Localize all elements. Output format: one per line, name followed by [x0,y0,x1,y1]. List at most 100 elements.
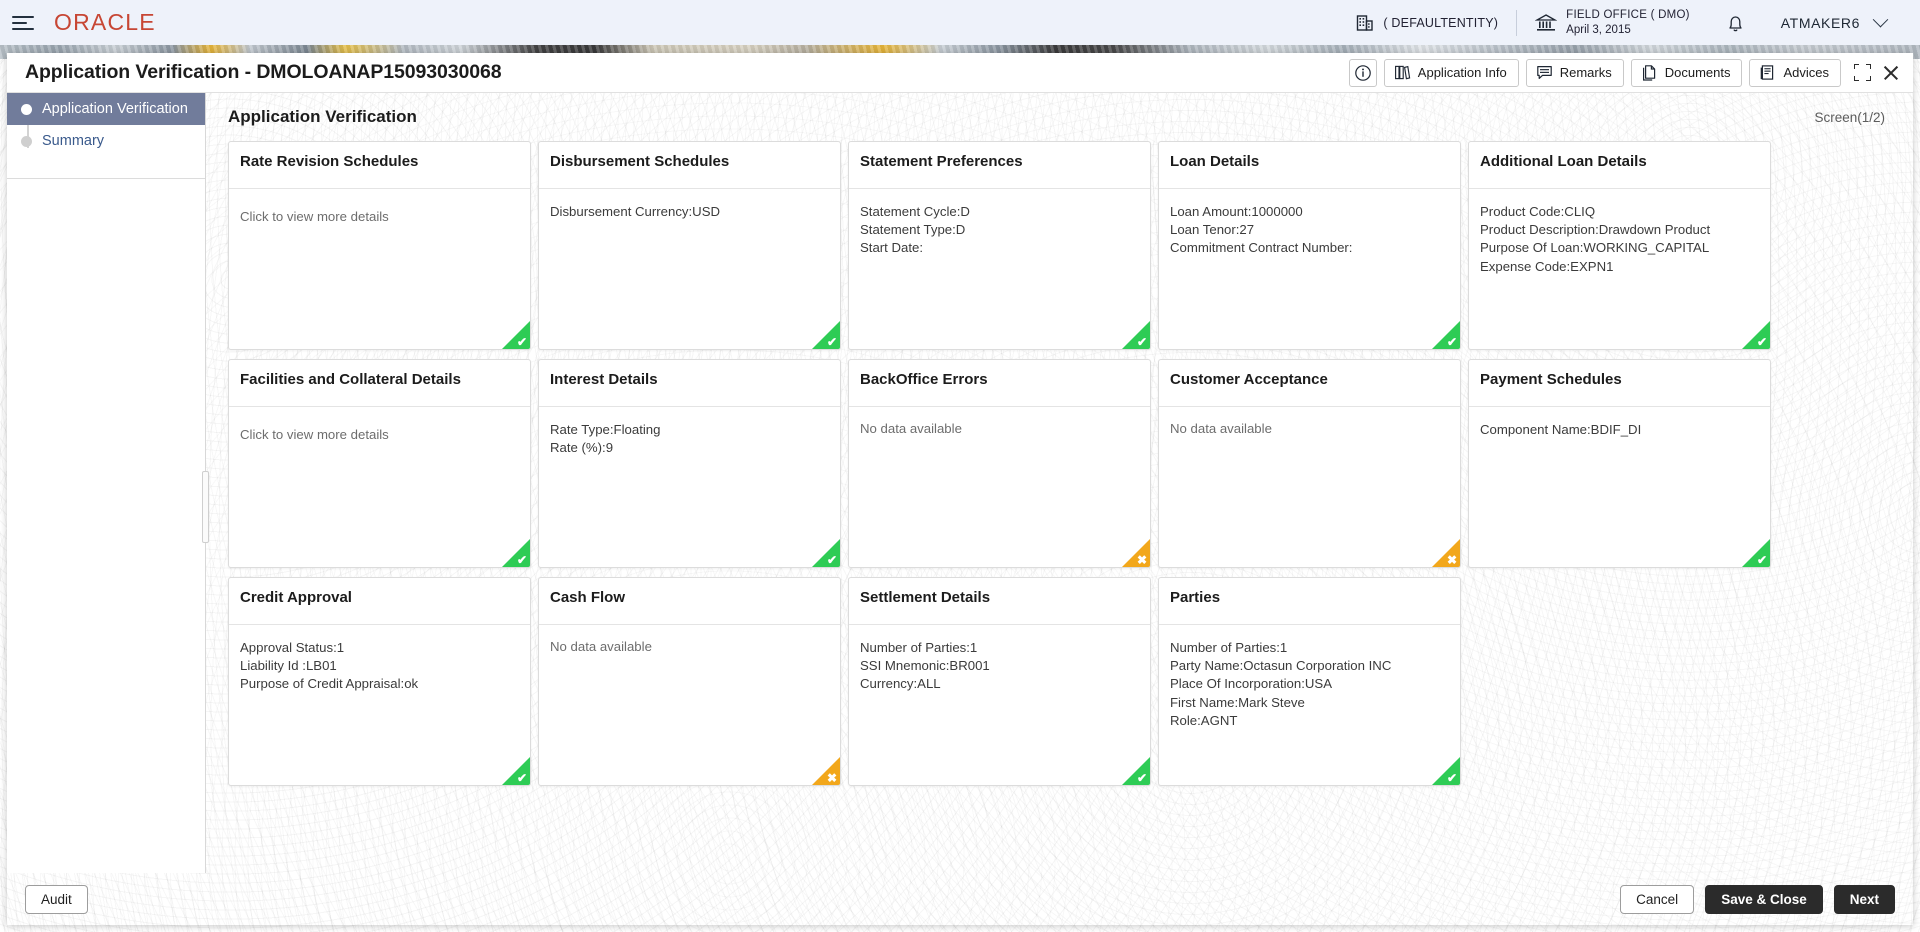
card-body: No data available [1159,407,1460,436]
user-name: ATMAKER6 [1780,14,1860,31]
close-icon[interactable] [1881,63,1901,83]
card-detail-line: Start Date: [860,240,924,256]
card-body: Approval Status:1 Liability Id :LB01 Purpo… [229,625,530,694]
card-detail-line: Purpose of Credit Appraisal:ok [240,676,419,692]
entity-selector[interactable]: ( DEFAULTENTITY) [1338,8,1516,38]
card-title: BackOffice Errors [860,371,988,388]
remarks-label: Remarks [1559,65,1612,80]
card-detail-line: Rate Type:Floating [550,422,661,437]
card-detail-line: SSI Mnemonic:BR001 [860,658,990,674]
sidebar-item-label: Summary [42,133,105,149]
verification-card[interactable]: Settlement Details Number of Parties:1 SSI… [848,577,1151,786]
card-detail-line: Number of Parties:1 [860,640,978,655]
card-title: Loan Details [1170,153,1260,170]
notification-button[interactable] [1708,8,1763,38]
audit-button[interactable]: Audit [25,884,88,914]
collapse-icon[interactable] [1854,64,1871,81]
header-right-group: ( DEFAULTENTITY) FIELD OFFICE ( DMO) Apr… [1338,0,1920,45]
verification-card[interactable]: Rate Revision Schedules Click to view mor… [228,141,531,350]
bank-icon [1535,13,1558,33]
card-body: No data available [539,625,840,654]
window-titlebar: Application Verification - DMOLOANAP1509… [7,53,1913,93]
window-body: Application Verification Summary Applica… [7,93,1913,873]
card-body: Number of Parties:1 Party Name:Octasun Co… [1159,625,1460,730]
sidebar-resize-handle[interactable] [202,471,209,543]
application-info-button[interactable]: Application Info [1383,58,1519,87]
card-empty-note: No data available [1170,421,1272,436]
card-detail-line: Party Name:Octasun Corporation INC [1170,658,1392,674]
footer-primary-actions: Cancel Save & Close Next [1620,884,1895,914]
save-and-close-button[interactable]: Save & Close [1705,884,1823,914]
card-body: Click to view more details [229,189,530,224]
card-body: No data available [849,407,1150,436]
card-title: Additional Loan Details [1480,153,1647,170]
card-detail-line: Statement Type:D [860,222,966,238]
card-header: Credit Approval [229,578,530,625]
status-complete-corner [1122,321,1150,349]
card-header: Parties [1159,578,1460,625]
verification-card[interactable]: Facilities and Collateral Details Click t… [228,359,531,568]
advices-button[interactable]: Advices [1749,58,1841,87]
card-header: Settlement Details [849,578,1150,625]
card-detail-line: Component Name:BDIF_DI [1480,422,1642,437]
card-empty-note: No data available [550,639,652,654]
card-header: Payment Schedules [1469,360,1770,407]
step-dot-icon [21,103,32,115]
card-body: Product Code:CLIQ Product Description:Dra… [1469,189,1770,276]
verification-card[interactable]: Loan Details Loan Amount:1000000 Loan Teno… [1158,141,1461,350]
documents-button[interactable]: Documents [1630,58,1743,87]
status-complete-corner [1122,757,1150,785]
sidebar-item-summary[interactable]: Summary [7,125,205,157]
window-footer: Audit Cancel Save & Close Next [7,873,1913,925]
card-title: Rate Revision Schedules [240,153,419,170]
verification-card-grid: Rate Revision Schedules Click to view mor… [206,127,1913,795]
verification-card[interactable]: Statement Preferences Statement Cycle:D St… [848,141,1151,350]
verification-card[interactable]: Credit Approval Approval Status:1 Liabilit… [228,577,531,786]
hamburger-icon[interactable] [12,14,36,32]
verification-card[interactable]: Interest Details Rate Type:Floating Rate (… [538,359,841,568]
card-body: Click to view more details [229,407,530,442]
status-complete-corner [1742,321,1770,349]
card-detail-line: Purpose Of Loan:WORKING_CAPITAL [1480,240,1710,256]
card-detail-line: Expense Code:EXPN1 [1480,258,1614,274]
card-detail-line: Commitment Contract Number: [1170,240,1353,256]
library-icon [1394,64,1411,81]
card-body: Rate Type:Floating Rate (%):9 [539,407,840,457]
documents-label: Documents [1664,65,1731,80]
cancel-button[interactable]: Cancel [1620,884,1695,914]
card-body: Component Name:BDIF_DI [1469,407,1770,439]
verification-card[interactable]: Additional Loan Details Product Code:CLIQ… [1468,141,1771,350]
card-title: Parties [1170,589,1221,606]
status-complete-corner [1432,321,1460,349]
branch-name: FIELD OFFICE ( DMO) [1566,8,1690,21]
window-controls [1854,63,1901,83]
status-complete-corner [1432,757,1460,785]
card-header: Customer Acceptance [1159,360,1460,407]
card-title: Statement Preferences [860,153,1023,170]
card-title: Disbursement Schedules [550,153,730,170]
next-button[interactable]: Next [1833,884,1895,914]
user-menu[interactable]: ATMAKER6 [1763,8,1904,38]
step-dot-icon [21,135,32,147]
verification-card[interactable]: Parties Number of Parties:1 Party Name:Oct… [1158,577,1461,786]
remarks-button[interactable]: Remarks [1525,58,1624,87]
status-complete-corner [812,321,840,349]
card-body: Disbursement Currency:USD [539,189,840,221]
info-button[interactable] [1348,58,1377,87]
verification-card[interactable]: Disbursement Schedules Disbursement Curre… [538,141,841,350]
verification-card[interactable]: BackOffice Errors No data available ✖ [848,359,1151,568]
advices-label: Advices [1783,65,1829,80]
status-complete-corner [1742,539,1770,567]
card-title: Interest Details [550,371,658,388]
card-detail-line: First Name:Mark Steve [1170,694,1305,710]
verification-card[interactable]: Payment Schedules Component Name:BDIF_DI ✔ [1468,359,1771,568]
verification-card[interactable]: Customer Acceptance No data available ✖ [1158,359,1461,568]
sidebar-item-application-verification[interactable]: Application Verification [7,93,205,125]
card-title: Cash Flow [550,589,626,606]
building-icon [1356,14,1374,32]
card-header: Interest Details [539,360,840,407]
card-title: Credit Approval [240,589,352,606]
sidebar-divider [7,178,205,179]
verification-card[interactable]: Cash Flow No data available ✖ [538,577,841,786]
branch-selector[interactable]: FIELD OFFICE ( DMO) April 3, 2015 [1517,8,1708,38]
